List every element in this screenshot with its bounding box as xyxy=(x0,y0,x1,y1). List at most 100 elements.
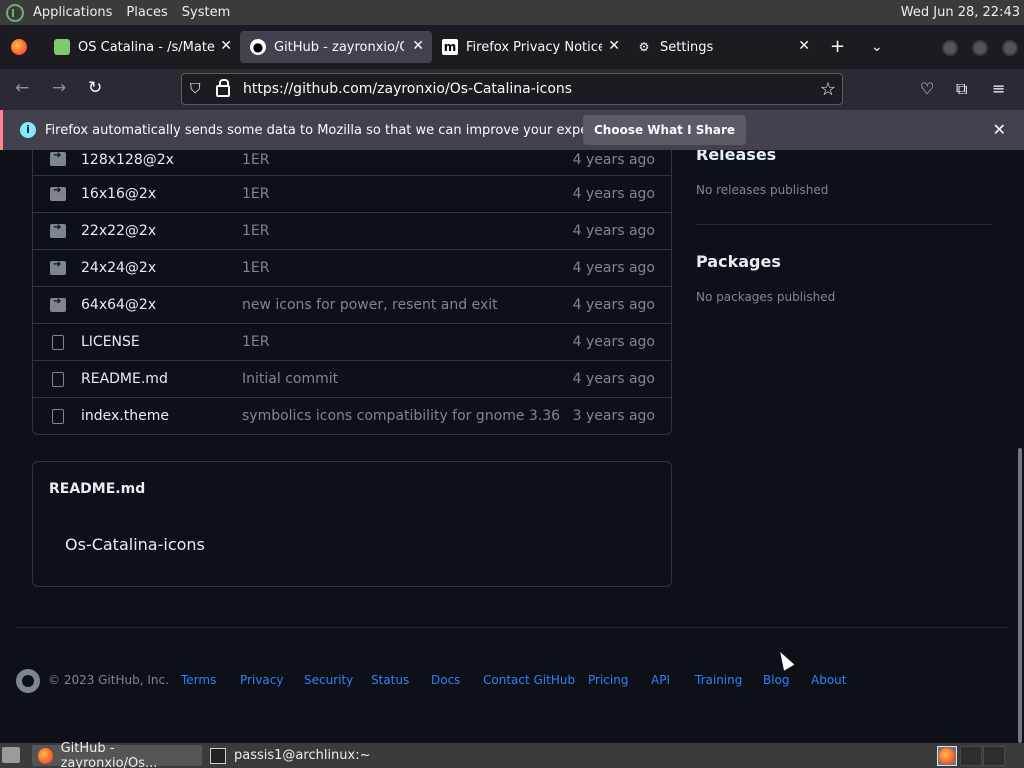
system-menu[interactable]: System xyxy=(175,0,237,25)
maximize-icon[interactable] xyxy=(972,40,988,56)
close-icon[interactable]: ✕ xyxy=(798,38,810,54)
readme-box: README.md Os-Catalina-icons xyxy=(32,461,672,587)
github-logo-icon[interactable] xyxy=(16,669,40,693)
url-text[interactable]: https://github.com/zayronxio/Os-Catalina… xyxy=(243,81,572,97)
footer-link-terms[interactable]: Terms xyxy=(181,673,216,687)
show-desktop-icon[interactable] xyxy=(2,747,20,763)
commit-message[interactable]: 1ER xyxy=(242,223,269,239)
footer-link-privacy[interactable]: Privacy xyxy=(240,673,283,687)
url-bar[interactable]: ⛉ https://github.com/zayronxio/Os-Catali… xyxy=(181,73,843,105)
places-menu[interactable]: Places xyxy=(119,0,174,25)
file-name[interactable]: 24x24@2x xyxy=(81,260,156,276)
hamburger-menu-icon[interactable]: ≡ xyxy=(992,79,1005,98)
file-row[interactable]: 16x16@2x 1ER 4 years ago xyxy=(33,175,671,212)
footer-link-about[interactable]: About xyxy=(811,673,846,687)
file-row[interactable]: LICENSE 1ER 4 years ago xyxy=(33,323,671,360)
tab-label: GitHub - zayronxio/Os-Catalina-icons xyxy=(274,39,404,55)
close-icon[interactable]: ✕ xyxy=(220,38,232,54)
bookmark-star-icon[interactable]: ☆ xyxy=(820,79,836,100)
task-firefox[interactable]: GitHub - zayronxio/Os... xyxy=(32,741,202,768)
workspace-2[interactable] xyxy=(983,746,1005,766)
tab-label: Settings xyxy=(660,39,714,55)
minimize-icon[interactable] xyxy=(942,40,958,56)
folder-icon xyxy=(50,259,66,275)
commit-date: 4 years ago xyxy=(572,186,655,202)
applications-menu[interactable]: Applications xyxy=(26,0,119,25)
footer-link-docs[interactable]: Docs xyxy=(431,673,460,687)
file-name[interactable]: index.theme xyxy=(81,408,169,424)
window-close-icon[interactable] xyxy=(1002,40,1018,56)
file-icon xyxy=(52,409,64,424)
choose-what-i-share-button[interactable]: Choose What I Share xyxy=(583,115,747,145)
tab-privacy-notice[interactable]: m Firefox Privacy Notice — Mozilla ✕ xyxy=(432,31,628,63)
footer-link-status[interactable]: Status xyxy=(371,673,409,687)
commit-message[interactable]: new icons for power, resent and exit xyxy=(242,297,498,313)
extensions-icon[interactable]: ⧉ xyxy=(956,79,967,99)
readme-title[interactable]: README.md xyxy=(49,481,145,497)
footer-link-contact[interactable]: Contact GitHub xyxy=(483,673,575,687)
footer-link-blog[interactable]: Blog xyxy=(763,673,790,687)
close-icon[interactable]: ✕ xyxy=(608,38,620,54)
screen: Applications Places System Wed Jun 28, 2… xyxy=(0,0,1024,768)
commit-message[interactable]: 1ER xyxy=(242,334,269,350)
mozilla-icon: m xyxy=(442,39,458,55)
commit-date: 3 years ago xyxy=(572,408,655,424)
page-scrollbar[interactable] xyxy=(1018,448,1022,743)
info-icon: i xyxy=(20,122,36,138)
commit-date: 4 years ago xyxy=(572,334,655,350)
tab-github[interactable]: ● GitHub - zayronxio/Os-Catalina-icons ✕ xyxy=(240,31,432,63)
close-icon[interactable]: ✕ xyxy=(412,38,424,54)
folder-icon xyxy=(50,296,66,312)
new-tab-icon[interactable]: + xyxy=(830,37,845,57)
task-label: passis1@archlinux:~ xyxy=(234,748,371,763)
footer-link-api[interactable]: API xyxy=(651,673,670,687)
sidebar-divider xyxy=(696,224,992,225)
file-row[interactable]: 64x64@2x new icons for power, resent and … xyxy=(33,286,671,323)
terminal-icon xyxy=(210,747,226,764)
back-icon[interactable]: ← xyxy=(15,78,29,98)
file-row[interactable]: README.md Initial commit 4 years ago xyxy=(33,360,671,397)
commit-message[interactable]: 1ER xyxy=(242,152,269,168)
tab-settings[interactable]: ⚙ Settings ✕ xyxy=(626,31,818,63)
forward-icon[interactable]: → xyxy=(52,78,66,98)
file-name[interactable]: 128x128@2x xyxy=(81,152,174,168)
list-all-tabs-icon[interactable]: ⌄ xyxy=(871,37,883,57)
lock-icon[interactable] xyxy=(216,79,230,97)
footer-link-training[interactable]: Training xyxy=(695,673,742,687)
file-name[interactable]: 64x64@2x xyxy=(81,297,156,313)
task-terminal[interactable]: passis1@archlinux:~ xyxy=(204,745,374,766)
footer-link-security[interactable]: Security xyxy=(304,673,353,687)
tray-firefox[interactable] xyxy=(937,746,957,766)
copyright: © 2023 GitHub, Inc. xyxy=(48,673,169,687)
commit-message[interactable]: Initial commit xyxy=(242,371,338,387)
file-row[interactable]: 22x22@2x 1ER 4 years ago xyxy=(33,212,671,249)
clock[interactable]: Wed Jun 28, 22:43 xyxy=(901,0,1020,25)
mate-logo-icon[interactable] xyxy=(6,3,24,22)
file-row[interactable]: 128x128@2x 1ER 4 years ago xyxy=(33,150,671,175)
close-icon[interactable]: ✕ xyxy=(993,120,1006,139)
commit-date: 4 years ago xyxy=(572,223,655,239)
mouse-cursor-icon xyxy=(775,649,795,671)
firefox-view-button[interactable] xyxy=(0,25,38,69)
releases-heading[interactable]: Releases xyxy=(696,150,776,164)
commit-date: 4 years ago xyxy=(572,151,655,168)
tab-os-catalina[interactable]: OS Catalina - /s/Mate ✕ xyxy=(44,31,240,63)
commit-message[interactable]: symbolics icons compatibility for gnome … xyxy=(242,408,560,424)
commit-message[interactable]: 1ER xyxy=(242,260,269,276)
footer-link-pricing[interactable]: Pricing xyxy=(588,673,628,687)
workspace-1[interactable] xyxy=(960,746,982,766)
file-row[interactable]: index.theme symbolics icons compatibility… xyxy=(33,397,671,434)
commit-date: 4 years ago xyxy=(572,297,655,313)
file-name[interactable]: 16x16@2x xyxy=(81,186,156,202)
commit-message[interactable]: 1ER xyxy=(242,186,269,202)
packages-heading[interactable]: Packages xyxy=(696,252,781,271)
readme-heading: Os-Catalina-icons xyxy=(65,535,205,554)
file-name[interactable]: README.md xyxy=(81,371,168,387)
file-row[interactable]: 24x24@2x 1ER 4 years ago xyxy=(33,249,671,286)
file-name[interactable]: 22x22@2x xyxy=(81,223,156,239)
pocket-icon[interactable]: ♡ xyxy=(920,79,934,98)
tracking-protection-shield-icon[interactable]: ⛉ xyxy=(190,81,206,97)
navigation-toolbar: ← → ↻ ⛉ https://github.com/zayronxio/Os-… xyxy=(0,69,1024,110)
file-name[interactable]: LICENSE xyxy=(81,334,140,350)
reload-icon[interactable]: ↻ xyxy=(88,78,102,98)
